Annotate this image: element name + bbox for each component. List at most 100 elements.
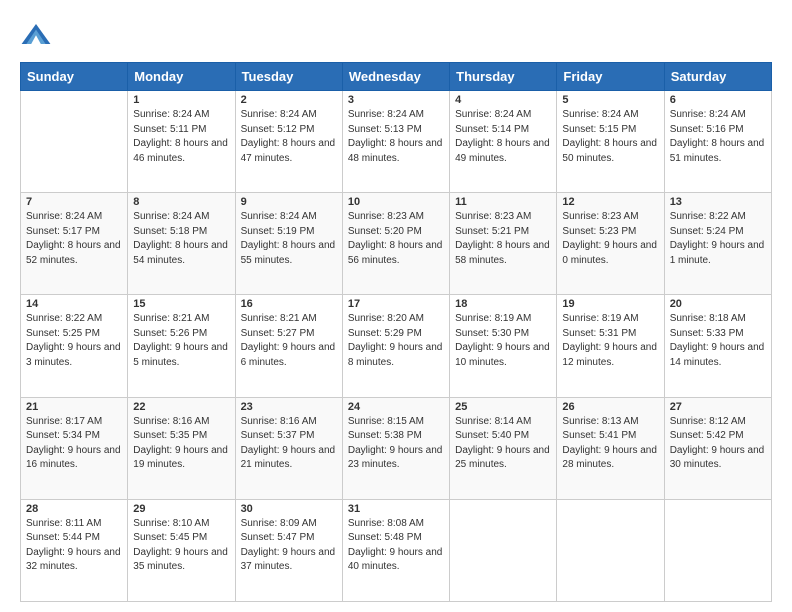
calendar-cell	[664, 499, 771, 601]
daylight-text: Daylight: 9 hours and 19 minutes.	[133, 445, 228, 471]
day-header-saturday: Saturday	[664, 63, 771, 91]
cell-info: Sunrise: 8:22 AMSunset: 5:25 PMDaylight:…	[26, 312, 122, 370]
day-number: 23	[241, 401, 337, 413]
cell-info: Sunrise: 8:22 AMSunset: 5:24 PMDaylight:…	[670, 210, 766, 268]
daylight-text: Daylight: 8 hours and 55 minutes.	[241, 240, 336, 266]
cell-info: Sunrise: 8:08 AMSunset: 5:48 PMDaylight:…	[348, 517, 444, 575]
day-number: 10	[348, 196, 444, 208]
calendar-cell: 4Sunrise: 8:24 AMSunset: 5:14 PMDaylight…	[450, 91, 557, 193]
calendar-cell: 22Sunrise: 8:16 AMSunset: 5:35 PMDayligh…	[128, 397, 235, 499]
daylight-text: Daylight: 9 hours and 40 minutes.	[348, 547, 443, 573]
sunrise-text: Sunrise: 8:09 AM	[241, 518, 317, 529]
cell-info: Sunrise: 8:24 AMSunset: 5:19 PMDaylight:…	[241, 210, 337, 268]
cell-info: Sunrise: 8:24 AMSunset: 5:13 PMDaylight:…	[348, 108, 444, 166]
day-number: 5	[562, 94, 658, 106]
calendar-cell: 24Sunrise: 8:15 AMSunset: 5:38 PMDayligh…	[342, 397, 449, 499]
sunset-text: Sunset: 5:20 PM	[348, 226, 422, 237]
week-row-0: 1Sunrise: 8:24 AMSunset: 5:11 PMDaylight…	[21, 91, 772, 193]
calendar-cell: 1Sunrise: 8:24 AMSunset: 5:11 PMDaylight…	[128, 91, 235, 193]
sunrise-text: Sunrise: 8:17 AM	[26, 416, 102, 427]
daylight-text: Daylight: 9 hours and 16 minutes.	[26, 445, 121, 471]
cell-info: Sunrise: 8:15 AMSunset: 5:38 PMDaylight:…	[348, 415, 444, 473]
calendar-cell: 26Sunrise: 8:13 AMSunset: 5:41 PMDayligh…	[557, 397, 664, 499]
cell-info: Sunrise: 8:20 AMSunset: 5:29 PMDaylight:…	[348, 312, 444, 370]
daylight-text: Daylight: 9 hours and 32 minutes.	[26, 547, 121, 573]
sunrise-text: Sunrise: 8:14 AM	[455, 416, 531, 427]
sunrise-text: Sunrise: 8:20 AM	[348, 313, 424, 324]
cell-info: Sunrise: 8:23 AM Sunset: 5:21 PM Daylight:…	[455, 210, 551, 268]
day-number: 21	[26, 401, 122, 413]
sunset-text: Sunset: 5:21 PM	[455, 226, 529, 237]
sunrise-text: Sunrise: 8:24 AM	[348, 109, 424, 120]
sunrise-text: Sunrise: 8:08 AM	[348, 518, 424, 529]
calendar-cell: 13Sunrise: 8:22 AMSunset: 5:24 PMDayligh…	[664, 193, 771, 295]
sunset-text: Sunset: 5:14 PM	[455, 124, 529, 135]
day-number: 12	[562, 196, 658, 208]
daylight-text: Daylight: 9 hours and 10 minutes.	[455, 342, 550, 368]
daylight-text: Daylight: 8 hours and 52 minutes.	[26, 240, 121, 266]
cell-info: Sunrise: 8:24 AMSunset: 5:12 PMDaylight:…	[241, 108, 337, 166]
week-row-4: 28Sunrise: 8:11 AMSunset: 5:44 PMDayligh…	[21, 499, 772, 601]
sunrise-text: Sunrise: 8:16 AM	[133, 416, 209, 427]
day-header-tuesday: Tuesday	[235, 63, 342, 91]
daylight-text: Daylight: 8 hours and 49 minutes.	[455, 138, 550, 164]
daylight-text: Daylight: 8 hours and 54 minutes.	[133, 240, 228, 266]
daylight-text: Daylight: 9 hours and 21 minutes.	[241, 445, 336, 471]
day-number: 1	[133, 94, 229, 106]
sunset-text: Sunset: 5:41 PM	[562, 430, 636, 441]
sunset-text: Sunset: 5:37 PM	[241, 430, 315, 441]
sunrise-text: Sunrise: 8:19 AM	[562, 313, 638, 324]
cell-info: Sunrise: 8:21 AMSunset: 5:26 PMDaylight:…	[133, 312, 229, 370]
calendar-cell: 27Sunrise: 8:12 AMSunset: 5:42 PMDayligh…	[664, 397, 771, 499]
daylight-text: Daylight: 8 hours and 56 minutes.	[348, 240, 443, 266]
cell-info: Sunrise: 8:24 AMSunset: 5:16 PMDaylight:…	[670, 108, 766, 166]
cell-info: Sunrise: 8:16 AMSunset: 5:35 PMDaylight:…	[133, 415, 229, 473]
day-number: 19	[562, 298, 658, 310]
calendar-cell: 9Sunrise: 8:24 AMSunset: 5:19 PMDaylight…	[235, 193, 342, 295]
day-number: 6	[670, 94, 766, 106]
daylight-text: Daylight: 8 hours and 51 minutes.	[670, 138, 765, 164]
day-number: 30	[241, 503, 337, 515]
cell-info: Sunrise: 8:17 AMSunset: 5:34 PMDaylight:…	[26, 415, 122, 473]
sunrise-text: Sunrise: 8:24 AM	[562, 109, 638, 120]
calendar-cell: 6 Sunrise: 8:24 AMSunset: 5:16 PMDaylight…	[664, 91, 771, 193]
day-number: 17	[348, 298, 444, 310]
sunset-text: Sunset: 5:27 PM	[241, 328, 315, 339]
daylight-text: Daylight: 9 hours and 28 minutes.	[562, 445, 657, 471]
day-number: 31	[348, 503, 444, 515]
sunset-text: Sunset: 5:15 PM	[562, 124, 636, 135]
calendar-cell: 8Sunrise: 8:24 AMSunset: 5:18 PMDaylight…	[128, 193, 235, 295]
day-number: 3	[348, 94, 444, 106]
calendar-cell: 20Sunrise: 8:18 AMSunset: 5:33 PMDayligh…	[664, 295, 771, 397]
cell-info: Sunrise: 8:16 AMSunset: 5:37 PMDaylight:…	[241, 415, 337, 473]
sunset-text: Sunset: 5:44 PM	[26, 532, 100, 543]
sunrise-text: Sunrise: 8:24 AM	[241, 211, 317, 222]
sunrise-text: Sunrise: 8:24 AM	[133, 211, 209, 222]
daylight-text: Daylight: 9 hours and 0 minutes.	[562, 240, 657, 266]
sunrise-text: Sunrise: 8:18 AM	[670, 313, 746, 324]
day-header-sunday: Sunday	[21, 63, 128, 91]
day-number: 7	[26, 196, 122, 208]
sunset-text: Sunset: 5:18 PM	[133, 226, 207, 237]
sunset-text: Sunset: 5:38 PM	[348, 430, 422, 441]
calendar-cell: 3 Sunrise: 8:24 AMSunset: 5:13 PMDaylight…	[342, 91, 449, 193]
calendar-cell: 17 Sunrise: 8:20 AMSunset: 5:29 PMDayligh…	[342, 295, 449, 397]
calendar-cell: 14Sunrise: 8:22 AMSunset: 5:25 PMDayligh…	[21, 295, 128, 397]
day-header-thursday: Thursday	[450, 63, 557, 91]
daylight-text: Daylight: 9 hours and 25 minutes.	[455, 445, 550, 471]
cell-info: Sunrise: 8:19 AMSunset: 5:31 PMDaylight:…	[562, 312, 658, 370]
day-number: 15	[133, 298, 229, 310]
sunrise-text: Sunrise: 8:10 AM	[133, 518, 209, 529]
calendar-cell: 16Sunrise: 8:21 AMSunset: 5:27 PMDayligh…	[235, 295, 342, 397]
sunrise-text: Sunrise: 8:23 AM	[455, 211, 531, 222]
logo	[20, 20, 56, 52]
calendar-cell: 30Sunrise: 8:09 AMSunset: 5:47 PMDayligh…	[235, 499, 342, 601]
calendar-cell: 5Sunrise: 8:24 AMSunset: 5:15 PMDaylight…	[557, 91, 664, 193]
sunset-text: Sunset: 5:25 PM	[26, 328, 100, 339]
calendar-cell: 29Sunrise: 8:10 AMSunset: 5:45 PMDayligh…	[128, 499, 235, 601]
daylight-text: Daylight: 8 hours and 58 minutes.	[455, 240, 550, 266]
cell-info: Sunrise: 8:19 AMSunset: 5:30 PMDaylight:…	[455, 312, 551, 370]
cell-info: Sunrise: 8:18 AMSunset: 5:33 PMDaylight:…	[670, 312, 766, 370]
daylight-text: Daylight: 9 hours and 35 minutes.	[133, 547, 228, 573]
daylight-text: Daylight: 9 hours and 14 minutes.	[670, 342, 765, 368]
